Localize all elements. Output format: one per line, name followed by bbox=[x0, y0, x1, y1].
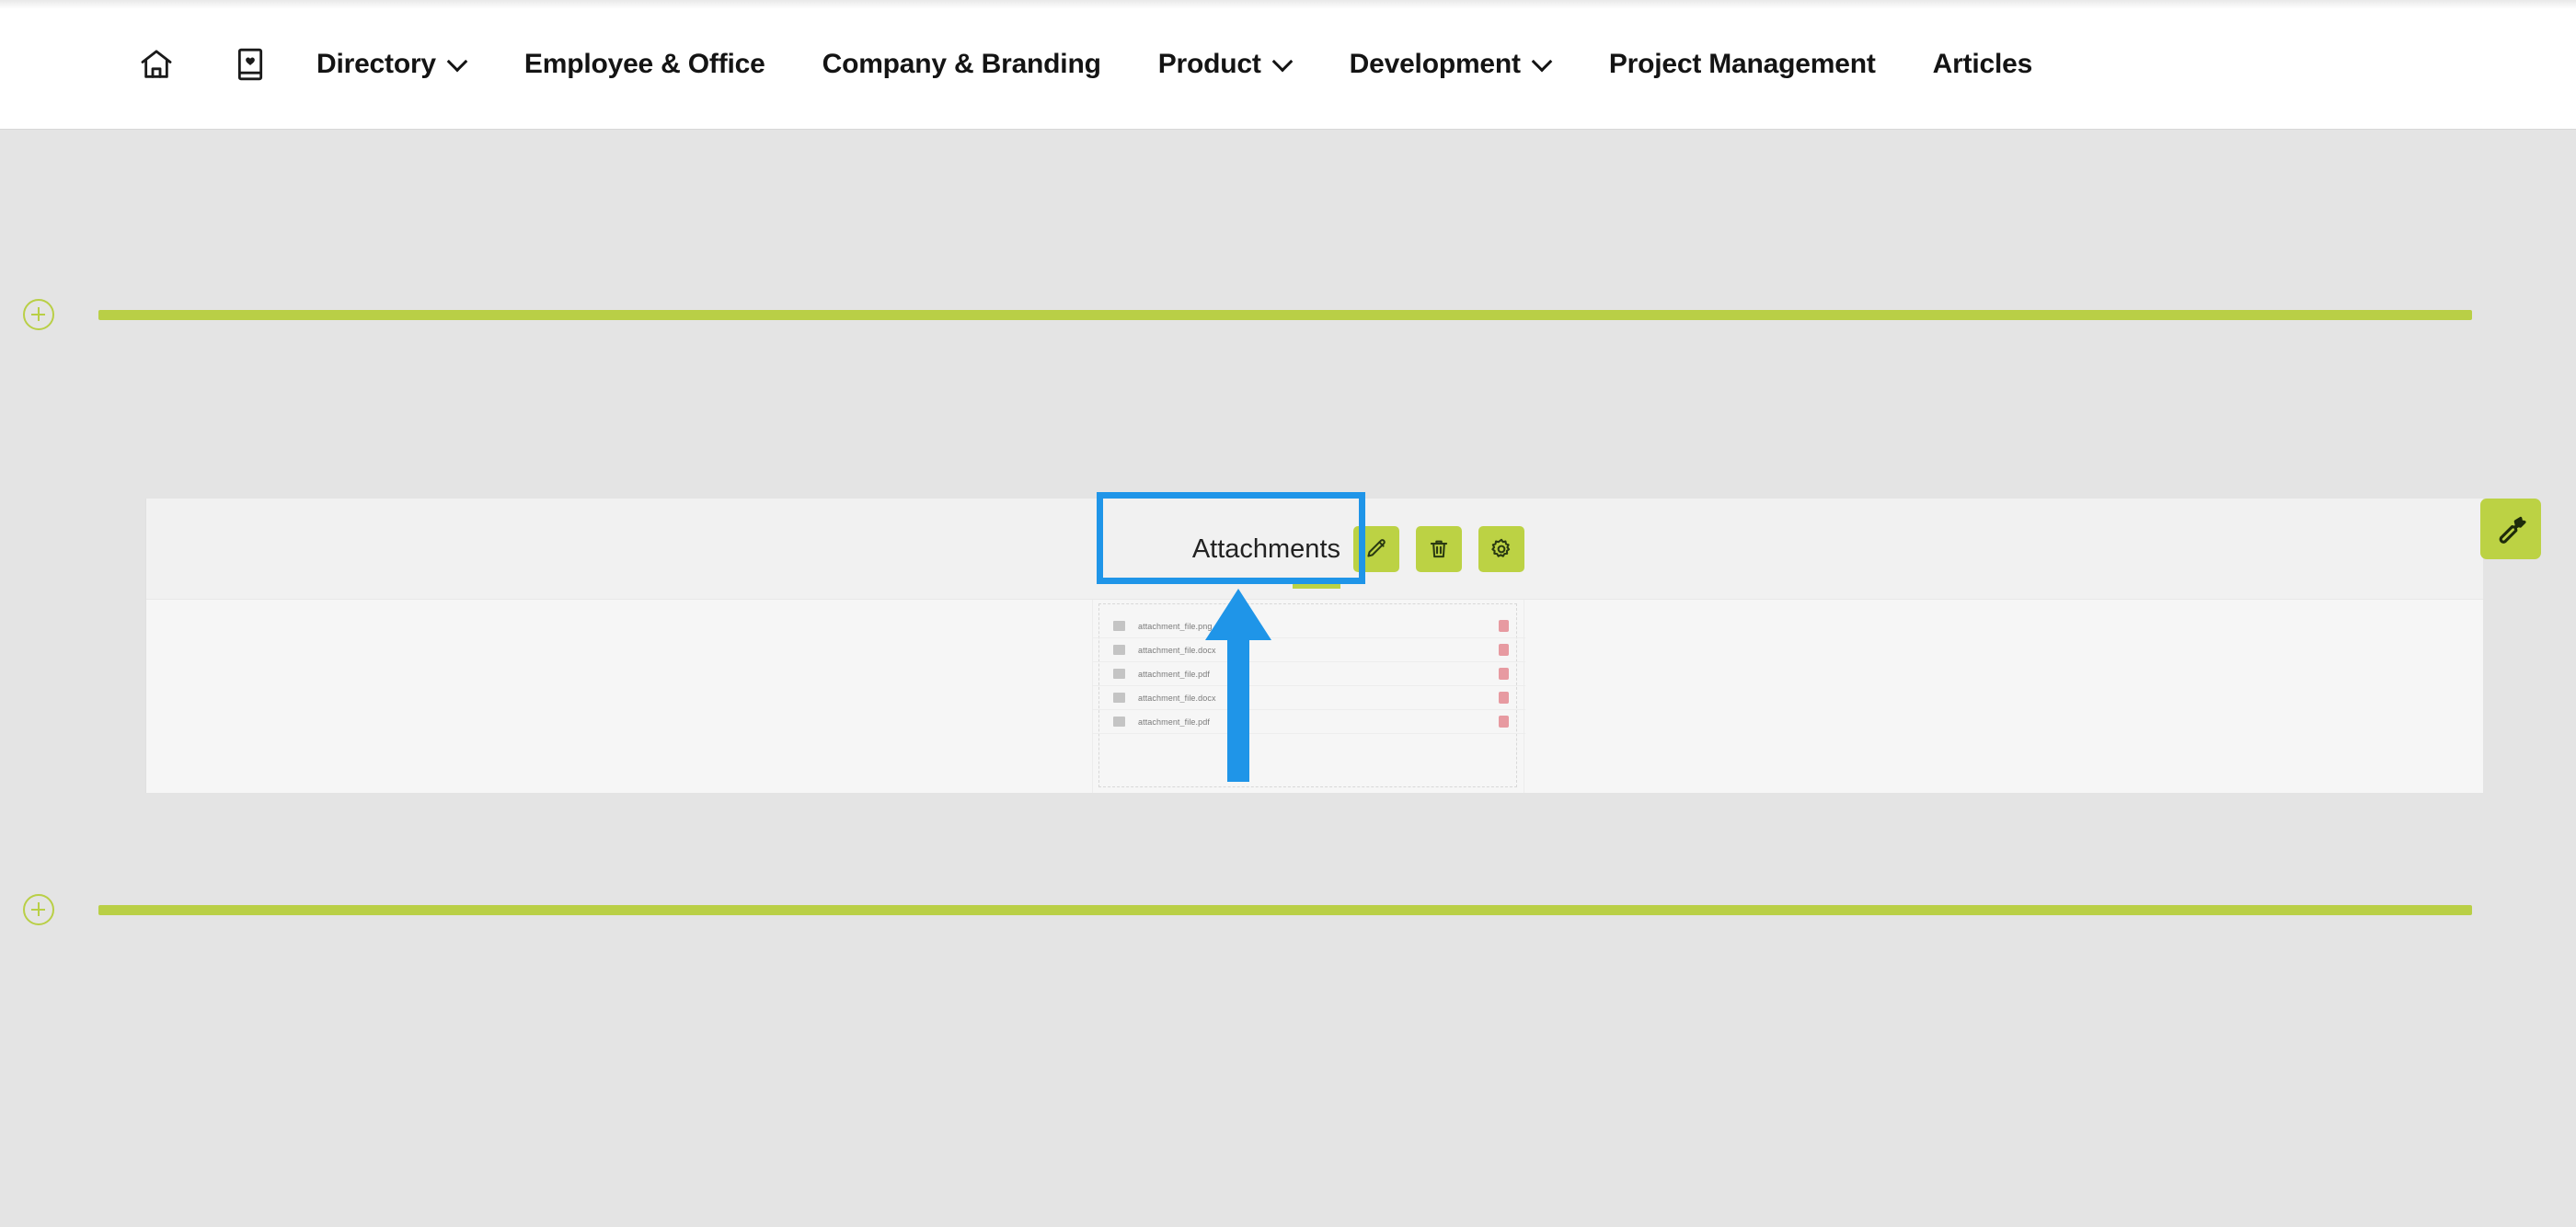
delete-attachment-icon[interactable] bbox=[1499, 644, 1509, 656]
file-name-label: attachment_file.docx bbox=[1138, 645, 1216, 655]
plus-circle-icon[interactable] bbox=[23, 894, 54, 925]
delete-attachment-icon[interactable] bbox=[1499, 668, 1509, 680]
chevron-down-icon bbox=[1274, 52, 1293, 71]
list-item[interactable]: attachment_file.pdf bbox=[1093, 662, 1525, 686]
topbar-gradient bbox=[0, 0, 2576, 9]
list-item[interactable]: attachment_file.docx bbox=[1093, 686, 1525, 710]
nav-item-development[interactable]: Development bbox=[1350, 49, 1552, 80]
delete-attachment-icon[interactable] bbox=[1499, 716, 1509, 728]
nav-label: Company & Branding bbox=[822, 49, 1101, 79]
delete-widget-button[interactable] bbox=[1416, 526, 1462, 572]
attachment-file-list: attachment_file.png attachment_file.docx… bbox=[1093, 614, 1525, 734]
nav-label: Project Management bbox=[1608, 49, 1876, 79]
list-item[interactable]: attachment_file.pdf bbox=[1093, 710, 1525, 734]
file-name-label: attachment_file.docx bbox=[1138, 693, 1216, 703]
attachments-content: attachment_file.png attachment_file.docx… bbox=[1092, 600, 1525, 793]
attachments-widget: Attachments attachment_file.png attachme… bbox=[1092, 499, 1525, 793]
add-section-row-bottom bbox=[0, 889, 2576, 930]
page-canvas: Attachments attachment_file.png attachme… bbox=[0, 129, 2576, 1227]
file-icon bbox=[1113, 717, 1125, 727]
delete-attachment-icon[interactable] bbox=[1499, 692, 1509, 704]
add-section-bar-top[interactable] bbox=[98, 309, 2472, 320]
page-tools-wrench-button[interactable] bbox=[2480, 499, 2541, 559]
file-icon bbox=[1113, 693, 1125, 703]
nav-item-directory[interactable]: Directory bbox=[316, 49, 467, 80]
file-name-label: attachment_file.pdf bbox=[1138, 669, 1210, 679]
add-section-bar-bottom[interactable] bbox=[98, 904, 2472, 915]
plus-circle-icon[interactable] bbox=[23, 299, 54, 330]
file-icon bbox=[1113, 669, 1125, 679]
settings-widget-button[interactable] bbox=[1478, 526, 1524, 572]
chevron-down-icon bbox=[1534, 52, 1552, 71]
main-navigation-bar: Directory Employee & Office Company & Br… bbox=[0, 0, 2576, 129]
section-panel: Attachments attachment_file.png attachme… bbox=[145, 499, 2483, 793]
widget-title: Attachments bbox=[1191, 533, 1340, 564]
favorites-book-icon[interactable] bbox=[223, 37, 278, 92]
delete-attachment-icon[interactable] bbox=[1499, 620, 1509, 632]
file-name-label: attachment_file.png bbox=[1138, 621, 1213, 631]
nav-item-product[interactable]: Product bbox=[1158, 49, 1293, 80]
nav-item-company-branding[interactable]: Company & Branding bbox=[822, 49, 1101, 80]
nav-label: Product bbox=[1157, 49, 1261, 79]
file-icon bbox=[1113, 621, 1125, 631]
chevron-down-icon bbox=[449, 52, 467, 71]
add-section-row-top bbox=[0, 294, 2576, 335]
nav-item-project-management[interactable]: Project Management bbox=[1609, 49, 1876, 80]
home-icon[interactable] bbox=[129, 37, 184, 92]
nav-label: Employee & Office bbox=[523, 49, 765, 79]
nav-label: Development bbox=[1349, 49, 1521, 79]
edit-button-indicator bbox=[1293, 579, 1340, 589]
edit-widget-button[interactable] bbox=[1353, 526, 1399, 572]
list-item[interactable]: attachment_file.png bbox=[1093, 614, 1525, 638]
nav-label: Articles bbox=[1932, 49, 2033, 79]
file-name-label: attachment_file.pdf bbox=[1138, 717, 1210, 727]
list-item[interactable]: attachment_file.docx bbox=[1093, 638, 1525, 662]
file-icon bbox=[1113, 645, 1125, 655]
nav-label: Directory bbox=[316, 49, 436, 79]
nav-item-employee-office[interactable]: Employee & Office bbox=[524, 49, 765, 80]
nav-item-articles[interactable]: Articles bbox=[1932, 49, 2033, 80]
